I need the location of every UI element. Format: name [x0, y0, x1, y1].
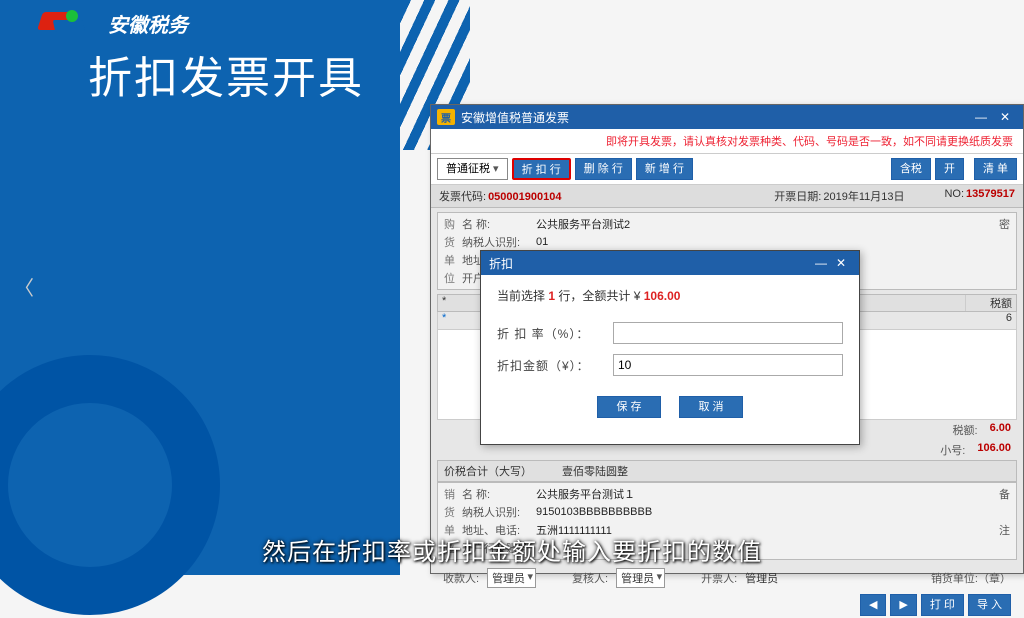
minimize-button[interactable]: —: [969, 110, 993, 124]
seller-taxid-label: 纳税人识别:: [462, 504, 532, 520]
checker-label: 复核人:: [572, 570, 608, 586]
dialog-title: 折扣: [489, 255, 513, 272]
discount-amount-label: 折扣金额（¥）：: [497, 357, 607, 374]
sum-amt-label: 小号:: [940, 442, 965, 458]
buyer-side-3: 位: [444, 270, 458, 286]
dialog-save-button[interactable]: 保 存: [597, 396, 661, 418]
signers-row: 收款人: 管理员 复核人: 管理员 开票人: 管理员 销货单位:（章）: [437, 564, 1017, 592]
tax-inclusive-button[interactable]: 含税: [891, 158, 931, 180]
window-titlebar: 票 安徽增值税普通发票 — ✕: [431, 105, 1023, 129]
import-button[interactable]: 导 入: [968, 594, 1011, 616]
seller-name-label: 名 称:: [462, 486, 532, 502]
prev-invoice-button[interactable]: ◀: [860, 594, 886, 616]
toolbar: 普通征税 折 扣 行 删 除 行 新 增 行 含税 开 清 单: [431, 154, 1023, 185]
dialog-titlebar: 折扣 — ✕: [481, 251, 859, 275]
invoice-no: 13579517: [966, 188, 1015, 200]
pw-label: 密: [990, 216, 1010, 232]
invoice-info-bar: 发票代码:050001900104 开票日期:2019年11月13日 NO:13…: [431, 185, 1023, 208]
carousel-prev-icon[interactable]: 〈: [8, 270, 40, 302]
issuer-value: 管理员: [745, 570, 778, 586]
seller-stamp-label: 销货单位:（章）: [931, 570, 1011, 586]
buyer-side-2: 单: [444, 252, 458, 268]
buyer-taxid: 01: [536, 236, 1010, 248]
dlg-sel-prefix: 当前选择: [497, 289, 548, 303]
seller-taxid: 9150103BBBBBBBBBB: [536, 506, 1010, 518]
discount-dialog: 折扣 — ✕ 当前选择 1 行，全额共计 ¥ 106.00 折 扣 率（%）： …: [480, 250, 860, 445]
window-title: 安徽增值税普通发票: [461, 109, 569, 126]
buyer-name-label: 名 称:: [462, 216, 532, 232]
total-cap-value: 壹佰零陆圆整: [562, 463, 628, 479]
cashier-select[interactable]: 管理员: [487, 568, 536, 588]
invoice-icon: 票: [437, 109, 455, 125]
dlg-sel-mid: 行，全额共计 ¥: [555, 289, 644, 303]
dlg-sel-amount: 106.00: [644, 289, 681, 303]
invoice-no-label: NO:: [944, 188, 964, 200]
discount-row-button[interactable]: 折 扣 行: [512, 158, 571, 180]
seller-side-1: 货: [444, 504, 458, 520]
buyer-taxid-label: 纳税人识别:: [462, 234, 532, 250]
delete-row-button[interactable]: 删 除 行: [575, 158, 632, 180]
org-logo-row: 安徽税务: [40, 8, 188, 38]
print-button[interactable]: 打 印: [921, 594, 964, 616]
video-subtitle: 然后在折扣率或折扣金额处输入要折扣的数值: [0, 532, 1024, 567]
dialog-selection-summary: 当前选择 1 行，全额共计 ¥ 106.00: [497, 287, 843, 304]
invoice-date-label: 开票日期:: [774, 191, 821, 203]
sum-tax-label: 税额:: [953, 422, 978, 438]
discount-rate-input[interactable]: [613, 322, 843, 344]
seller-name: 公共服务平台测试１: [536, 486, 986, 502]
buyer-side-0: 购: [444, 216, 458, 232]
col-tax: 税额: [966, 295, 1016, 311]
close-button[interactable]: ✕: [993, 110, 1017, 124]
invoice-date: 2019年11月13日: [823, 191, 904, 203]
total-cap-label: 价税合计（大写）: [444, 463, 532, 479]
page-title: 折扣发票开具: [88, 42, 364, 106]
buyer-name: 公共服务平台测试2: [536, 216, 986, 232]
seller-side-0: 销: [444, 486, 458, 502]
issuer-label: 开票人:: [701, 570, 737, 586]
note-label: 备: [990, 486, 1010, 502]
org-logo-icon: [40, 8, 100, 38]
dialog-minimize-button[interactable]: —: [811, 256, 831, 270]
add-row-button[interactable]: 新 增 行: [636, 158, 693, 180]
invoice-code: 050001900104: [488, 191, 561, 203]
buyer-side-1: 货: [444, 234, 458, 250]
invoice-code-label: 发票代码:: [439, 191, 486, 203]
sum-tax: 6.00: [990, 422, 1011, 438]
tax-type-select[interactable]: 普通征税: [437, 158, 508, 180]
cashier-label: 收款人:: [443, 570, 479, 586]
sum-amt: 106.00: [977, 442, 1011, 458]
totals-bar: 价税合计（大写） 壹佰零陆圆整: [437, 460, 1017, 482]
dialog-close-button[interactable]: ✕: [831, 256, 851, 270]
checker-select[interactable]: 管理员: [616, 568, 665, 588]
org-name: 安徽税务: [108, 9, 188, 38]
discount-rate-label: 折 扣 率（%）：: [497, 325, 607, 342]
discount-amount-input[interactable]: [613, 354, 843, 376]
issue-button[interactable]: 开: [935, 158, 964, 180]
next-invoice-button[interactable]: ▶: [890, 594, 916, 616]
cell-tax: 6: [966, 312, 1016, 329]
list-button[interactable]: 清 单: [974, 158, 1017, 180]
dialog-cancel-button[interactable]: 取 消: [679, 396, 743, 418]
warning-banner: 即将开具发票，请认真核对发票种类、代码、号码是否一致，如不同请更换纸质发票: [431, 129, 1023, 154]
